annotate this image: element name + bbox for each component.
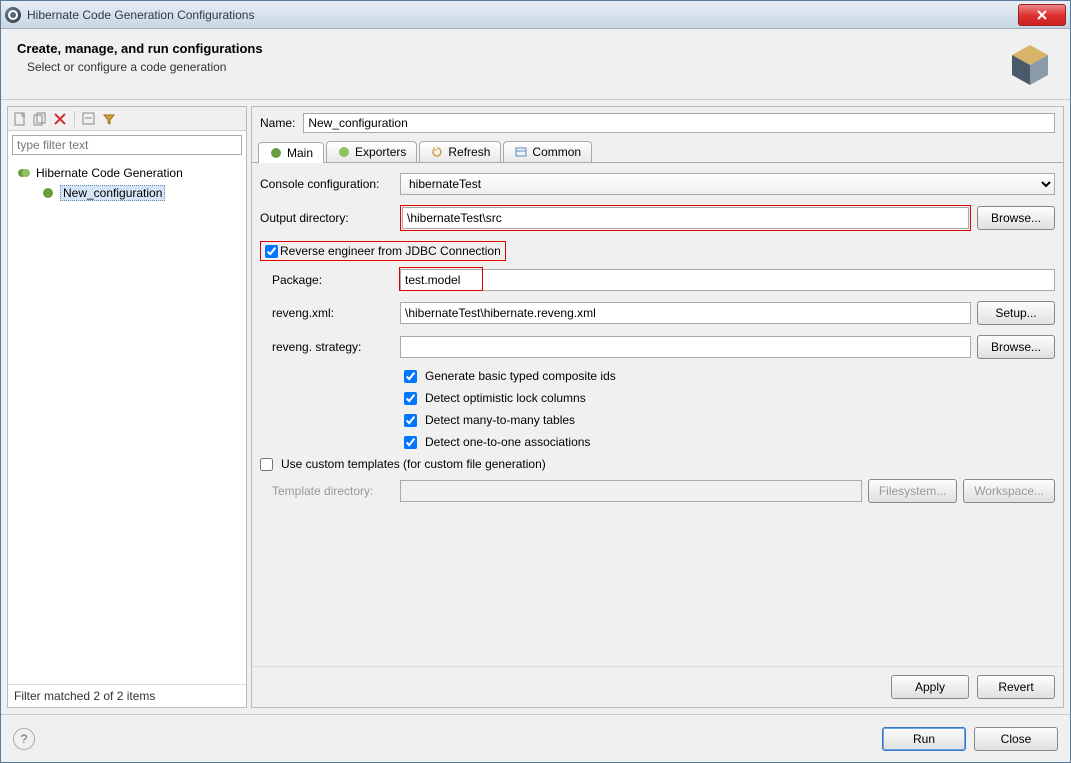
eclipse-icon [5,7,21,23]
help-button[interactable]: ? [13,728,35,750]
custom-templates-checkbox[interactable] [260,458,273,471]
console-select[interactable]: hibernateTest [400,173,1055,195]
filter-dropdown-icon[interactable] [101,111,117,127]
close-button[interactable]: Close [974,727,1058,751]
tree-child-item[interactable]: New_configuration [16,183,238,203]
footer: ? Run Close [1,714,1070,762]
main-tab-icon [269,146,283,160]
tab-exporters[interactable]: Exporters [326,141,417,162]
strategy-input[interactable] [400,336,971,358]
header-title: Create, manage, and run configurations [17,41,1006,56]
tree-root-item[interactable]: Hibernate Code Generation [16,163,238,183]
filter-status: Filter matched 2 of 2 items [8,684,246,707]
revert-button[interactable]: Revert [977,675,1055,699]
strategy-label: reveng. strategy: [260,340,394,354]
titlebar: Hibernate Code Generation Configurations [1,1,1070,29]
reveng-label: reveng.xml: [260,306,394,320]
package-label: Package: [260,273,394,287]
tab-content-main: Console configuration: hibernateTest Out… [252,163,1063,666]
reverse-engineer-label: Reverse engineer from JDBC Connection [280,244,501,258]
package-input[interactable] [400,269,1055,291]
reverse-engineer-checkbox[interactable] [265,245,278,258]
duplicate-icon[interactable] [32,111,48,127]
output-label: Output directory: [260,211,394,225]
tree-child-label: New_configuration [60,185,165,201]
generate-ids-checkbox[interactable] [404,370,417,383]
header: Create, manage, and run configurations S… [1,29,1070,100]
left-toolbar [8,107,246,131]
close-icon [1037,10,1047,20]
window-title: Hibernate Code Generation Configurations [27,8,1018,22]
detect-lock-checkbox[interactable] [404,392,417,405]
reveng-input[interactable] [400,302,971,324]
tab-refresh[interactable]: Refresh [419,141,501,162]
window-close-button[interactable] [1018,4,1066,26]
filesystem-button: Filesystem... [868,479,957,503]
config-icon [40,185,56,201]
refresh-tab-icon [430,145,444,159]
detect-m2m-checkbox[interactable] [404,414,417,427]
new-config-icon[interactable] [12,111,28,127]
template-dir-label: Template directory: [260,484,394,498]
collapse-all-icon[interactable] [81,111,97,127]
hibernate-icon [16,165,32,181]
apply-button[interactable]: Apply [891,675,969,699]
detect-lock-label: Detect optimistic lock columns [425,391,586,405]
dialog-window: Hibernate Code Generation Configurations… [0,0,1071,763]
console-label: Console configuration: [260,177,394,191]
strategy-browse-button[interactable]: Browse... [977,335,1055,359]
toolbar-separator [74,111,75,127]
tab-common[interactable]: Common [503,141,592,162]
setup-button[interactable]: Setup... [977,301,1055,325]
detect-o2o-checkbox[interactable] [404,436,417,449]
apply-revert-row: Apply Revert [252,666,1063,707]
name-label: Name: [260,116,295,130]
output-browse-button[interactable]: Browse... [977,206,1055,230]
tab-main[interactable]: Main [258,142,324,163]
exporters-tab-icon [337,145,351,159]
delete-icon[interactable] [52,111,68,127]
header-logo-icon [1006,41,1054,89]
help-icon: ? [21,732,28,746]
header-subtitle: Select or configure a code generation [17,60,1006,74]
name-input[interactable] [303,113,1055,133]
custom-templates-label: Use custom templates (for custom file ge… [281,457,546,471]
run-button[interactable]: Run [882,727,966,751]
tabs: Main Exporters Refresh Common [252,141,1063,163]
common-tab-icon [514,145,528,159]
workspace-button: Workspace... [963,479,1055,503]
main-area: Hibernate Code Generation New_configurat… [1,100,1070,714]
left-panel: Hibernate Code Generation New_configurat… [7,106,247,708]
detect-o2o-label: Detect one-to-one associations [425,435,590,449]
right-panel: Name: Main Exporters Refresh [251,106,1064,708]
detect-m2m-label: Detect many-to-many tables [425,413,575,427]
filter-input[interactable] [12,135,242,155]
config-tree: Hibernate Code Generation New_configurat… [8,159,246,684]
generate-ids-label: Generate basic typed composite ids [425,369,616,383]
template-dir-input [400,480,862,502]
output-input[interactable] [402,207,969,229]
tree-root-label: Hibernate Code Generation [36,166,183,180]
